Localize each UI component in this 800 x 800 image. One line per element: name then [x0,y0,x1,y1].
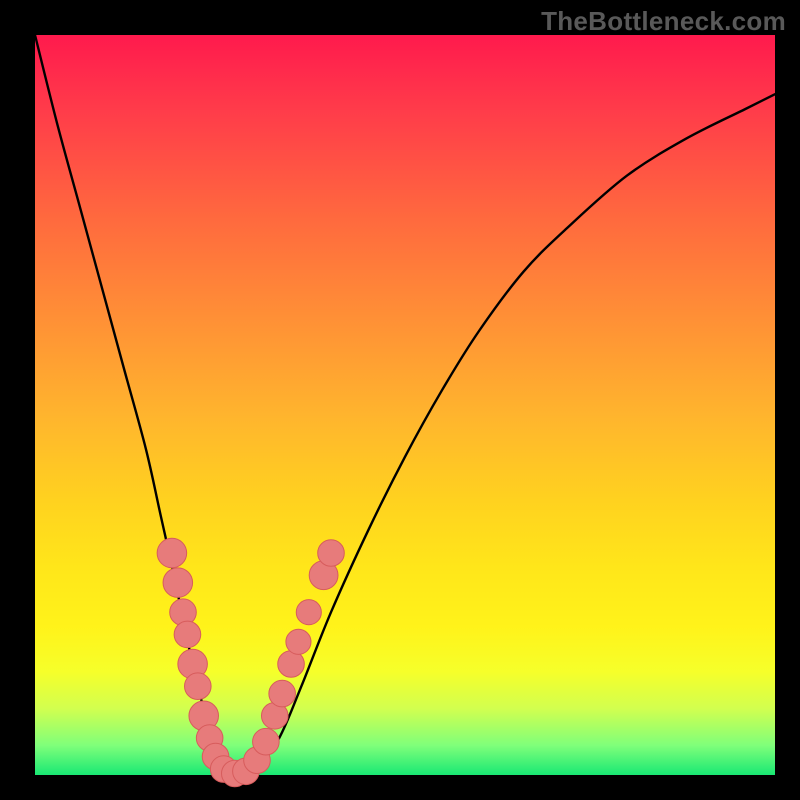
curve-marker [157,538,187,568]
plot-area [35,35,775,775]
curve-markers [157,538,344,787]
curve-marker [286,629,311,654]
curve-svg [35,35,775,775]
outer-frame: TheBottleneck.com [0,0,800,800]
curve-marker [269,680,296,707]
curve-marker [163,568,193,598]
curve-marker [185,673,212,700]
curve-marker [318,540,345,567]
bottleneck-curve-path [35,35,775,775]
curve-marker [253,728,280,755]
curve-marker [296,600,321,625]
watermark-text: TheBottleneck.com [541,6,786,37]
curve-marker [174,621,201,648]
